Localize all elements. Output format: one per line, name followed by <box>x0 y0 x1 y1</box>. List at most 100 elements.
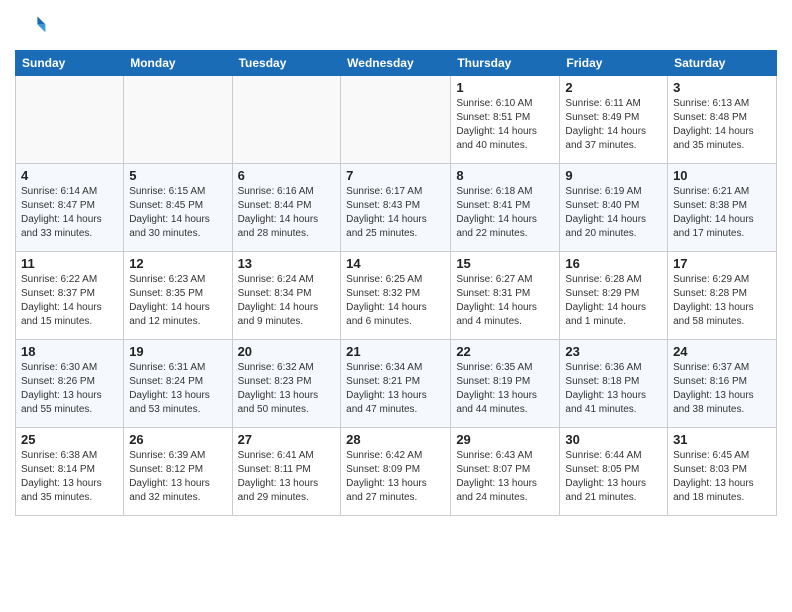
day-number: 27 <box>238 432 336 447</box>
day-info: Sunrise: 6:28 AM Sunset: 8:29 PM Dayligh… <box>565 273 662 329</box>
day-info: Sunrise: 6:22 AM Sunset: 8:37 PM Dayligh… <box>21 273 118 329</box>
calendar-cell: 23 Sunrise: 6:36 AM Sunset: 8:18 PM Dayli… <box>560 340 668 428</box>
calendar-cell: 16 Sunrise: 6:28 AM Sunset: 8:29 PM Dayli… <box>560 252 668 340</box>
calendar-header-wednesday: Wednesday <box>341 51 451 76</box>
day-number: 8 <box>456 168 554 183</box>
day-info: Sunrise: 6:29 AM Sunset: 8:28 PM Dayligh… <box>673 273 771 329</box>
day-number: 25 <box>21 432 118 447</box>
day-number: 7 <box>346 168 445 183</box>
day-number: 30 <box>565 432 662 447</box>
day-number: 9 <box>565 168 662 183</box>
day-info: Sunrise: 6:19 AM Sunset: 8:40 PM Dayligh… <box>565 185 662 241</box>
day-info: Sunrise: 6:17 AM Sunset: 8:43 PM Dayligh… <box>346 185 445 241</box>
day-number: 18 <box>21 344 118 359</box>
calendar-cell: 31 Sunrise: 6:45 AM Sunset: 8:03 PM Dayli… <box>668 428 777 516</box>
day-number: 16 <box>565 256 662 271</box>
day-info: Sunrise: 6:35 AM Sunset: 8:19 PM Dayligh… <box>456 361 554 417</box>
calendar-cell: 24Sunrise: 6:37 AM Sunset: 8:16 PM Dayli… <box>668 340 777 428</box>
calendar-cell: 30 Sunrise: 6:44 AM Sunset: 8:05 PM Dayli… <box>560 428 668 516</box>
calendar-cell: 12Sunrise: 6:23 AM Sunset: 8:35 PM Dayli… <box>124 252 232 340</box>
day-info: Sunrise: 6:25 AM Sunset: 8:32 PM Dayligh… <box>346 273 445 329</box>
day-info: Sunrise: 6:36 AM Sunset: 8:18 PM Dayligh… <box>565 361 662 417</box>
calendar-cell: 9 Sunrise: 6:19 AM Sunset: 8:40 PM Daylig… <box>560 164 668 252</box>
calendar-cell: 6 Sunrise: 6:16 AM Sunset: 8:44 PM Daylig… <box>232 164 341 252</box>
calendar-week-row: 4Sunrise: 6:14 AM Sunset: 8:47 PM Daylig… <box>16 164 777 252</box>
page-container: SundayMondayTuesdayWednesdayThursdayFrid… <box>0 0 792 612</box>
day-info: Sunrise: 6:11 AM Sunset: 8:49 PM Dayligh… <box>565 97 662 153</box>
day-number: 15 <box>456 256 554 271</box>
calendar-cell: 13 Sunrise: 6:24 AM Sunset: 8:34 PM Dayli… <box>232 252 341 340</box>
calendar-cell: 15 Sunrise: 6:27 AM Sunset: 8:31 PM Dayli… <box>451 252 560 340</box>
calendar-week-row: 25 Sunrise: 6:38 AM Sunset: 8:14 PM Dayli… <box>16 428 777 516</box>
day-info: Sunrise: 6:13 AM Sunset: 8:48 PM Dayligh… <box>673 97 771 153</box>
day-info: Sunrise: 6:16 AM Sunset: 8:44 PM Dayligh… <box>238 185 336 241</box>
calendar-cell: 20Sunrise: 6:32 AM Sunset: 8:23 PM Dayli… <box>232 340 341 428</box>
calendar-cell: 7 Sunrise: 6:17 AM Sunset: 8:43 PM Daylig… <box>341 164 451 252</box>
calendar-table: SundayMondayTuesdayWednesdayThursdayFrid… <box>15 50 777 516</box>
calendar-header-saturday: Saturday <box>668 51 777 76</box>
calendar-cell: 27 Sunrise: 6:41 AM Sunset: 8:11 PM Dayli… <box>232 428 341 516</box>
calendar-cell: 2 Sunrise: 6:11 AM Sunset: 8:49 PM Daylig… <box>560 76 668 164</box>
calendar-cell: 14 Sunrise: 6:25 AM Sunset: 8:32 PM Dayli… <box>341 252 451 340</box>
day-info: Sunrise: 6:45 AM Sunset: 8:03 PM Dayligh… <box>673 449 771 505</box>
day-number: 20 <box>238 344 336 359</box>
logo-icon <box>15 10 47 42</box>
day-number: 2 <box>565 80 662 95</box>
day-number: 17 <box>673 256 771 271</box>
day-info: Sunrise: 6:21 AM Sunset: 8:38 PM Dayligh… <box>673 185 771 241</box>
day-info: Sunrise: 6:30 AM Sunset: 8:26 PM Dayligh… <box>21 361 118 417</box>
day-info: Sunrise: 6:38 AM Sunset: 8:14 PM Dayligh… <box>21 449 118 505</box>
calendar-header-row: SundayMondayTuesdayWednesdayThursdayFrid… <box>16 51 777 76</box>
calendar-cell: 4Sunrise: 6:14 AM Sunset: 8:47 PM Daylig… <box>16 164 124 252</box>
calendar-header-sunday: Sunday <box>16 51 124 76</box>
calendar-header-friday: Friday <box>560 51 668 76</box>
day-number: 23 <box>565 344 662 359</box>
day-info: Sunrise: 6:27 AM Sunset: 8:31 PM Dayligh… <box>456 273 554 329</box>
calendar-cell: 21 Sunrise: 6:34 AM Sunset: 8:21 PM Dayli… <box>341 340 451 428</box>
day-info: Sunrise: 6:31 AM Sunset: 8:24 PM Dayligh… <box>129 361 226 417</box>
calendar-cell: 11 Sunrise: 6:22 AM Sunset: 8:37 PM Dayli… <box>16 252 124 340</box>
calendar-cell: 5Sunrise: 6:15 AM Sunset: 8:45 PM Daylig… <box>124 164 232 252</box>
calendar-cell: 1 Sunrise: 6:10 AM Sunset: 8:51 PM Daylig… <box>451 76 560 164</box>
day-info: Sunrise: 6:24 AM Sunset: 8:34 PM Dayligh… <box>238 273 336 329</box>
calendar-week-row: 11 Sunrise: 6:22 AM Sunset: 8:37 PM Dayli… <box>16 252 777 340</box>
day-info: Sunrise: 6:39 AM Sunset: 8:12 PM Dayligh… <box>129 449 226 505</box>
calendar-cell: 18 Sunrise: 6:30 AM Sunset: 8:26 PM Dayli… <box>16 340 124 428</box>
calendar-cell: 28Sunrise: 6:42 AM Sunset: 8:09 PM Dayli… <box>341 428 451 516</box>
day-number: 1 <box>456 80 554 95</box>
day-number: 28 <box>346 432 445 447</box>
logo <box>15 10 51 42</box>
day-number: 22 <box>456 344 554 359</box>
day-number: 14 <box>346 256 445 271</box>
day-info: Sunrise: 6:10 AM Sunset: 8:51 PM Dayligh… <box>456 97 554 153</box>
calendar-header-tuesday: Tuesday <box>232 51 341 76</box>
header <box>15 10 777 42</box>
day-number: 21 <box>346 344 445 359</box>
day-number: 19 <box>129 344 226 359</box>
day-number: 29 <box>456 432 554 447</box>
calendar-cell <box>341 76 451 164</box>
calendar-cell: 10 Sunrise: 6:21 AM Sunset: 8:38 PM Dayli… <box>668 164 777 252</box>
calendar-cell: 8Sunrise: 6:18 AM Sunset: 8:41 PM Daylig… <box>451 164 560 252</box>
day-number: 24 <box>673 344 771 359</box>
day-number: 13 <box>238 256 336 271</box>
day-number: 4 <box>21 168 118 183</box>
day-number: 31 <box>673 432 771 447</box>
calendar-header-monday: Monday <box>124 51 232 76</box>
day-info: Sunrise: 6:41 AM Sunset: 8:11 PM Dayligh… <box>238 449 336 505</box>
calendar-cell: 3 Sunrise: 6:13 AM Sunset: 8:48 PM Daylig… <box>668 76 777 164</box>
day-info: Sunrise: 6:44 AM Sunset: 8:05 PM Dayligh… <box>565 449 662 505</box>
calendar-cell: 29 Sunrise: 6:43 AM Sunset: 8:07 PM Dayli… <box>451 428 560 516</box>
day-info: Sunrise: 6:34 AM Sunset: 8:21 PM Dayligh… <box>346 361 445 417</box>
day-info: Sunrise: 6:43 AM Sunset: 8:07 PM Dayligh… <box>456 449 554 505</box>
day-number: 10 <box>673 168 771 183</box>
day-number: 6 <box>238 168 336 183</box>
calendar-cell: 26Sunrise: 6:39 AM Sunset: 8:12 PM Dayli… <box>124 428 232 516</box>
calendar-cell: 19 Sunrise: 6:31 AM Sunset: 8:24 PM Dayli… <box>124 340 232 428</box>
day-number: 3 <box>673 80 771 95</box>
calendar-week-row: 18 Sunrise: 6:30 AM Sunset: 8:26 PM Dayli… <box>16 340 777 428</box>
calendar-header-thursday: Thursday <box>451 51 560 76</box>
day-number: 11 <box>21 256 118 271</box>
calendar-week-row: 1 Sunrise: 6:10 AM Sunset: 8:51 PM Daylig… <box>16 76 777 164</box>
calendar-cell <box>16 76 124 164</box>
